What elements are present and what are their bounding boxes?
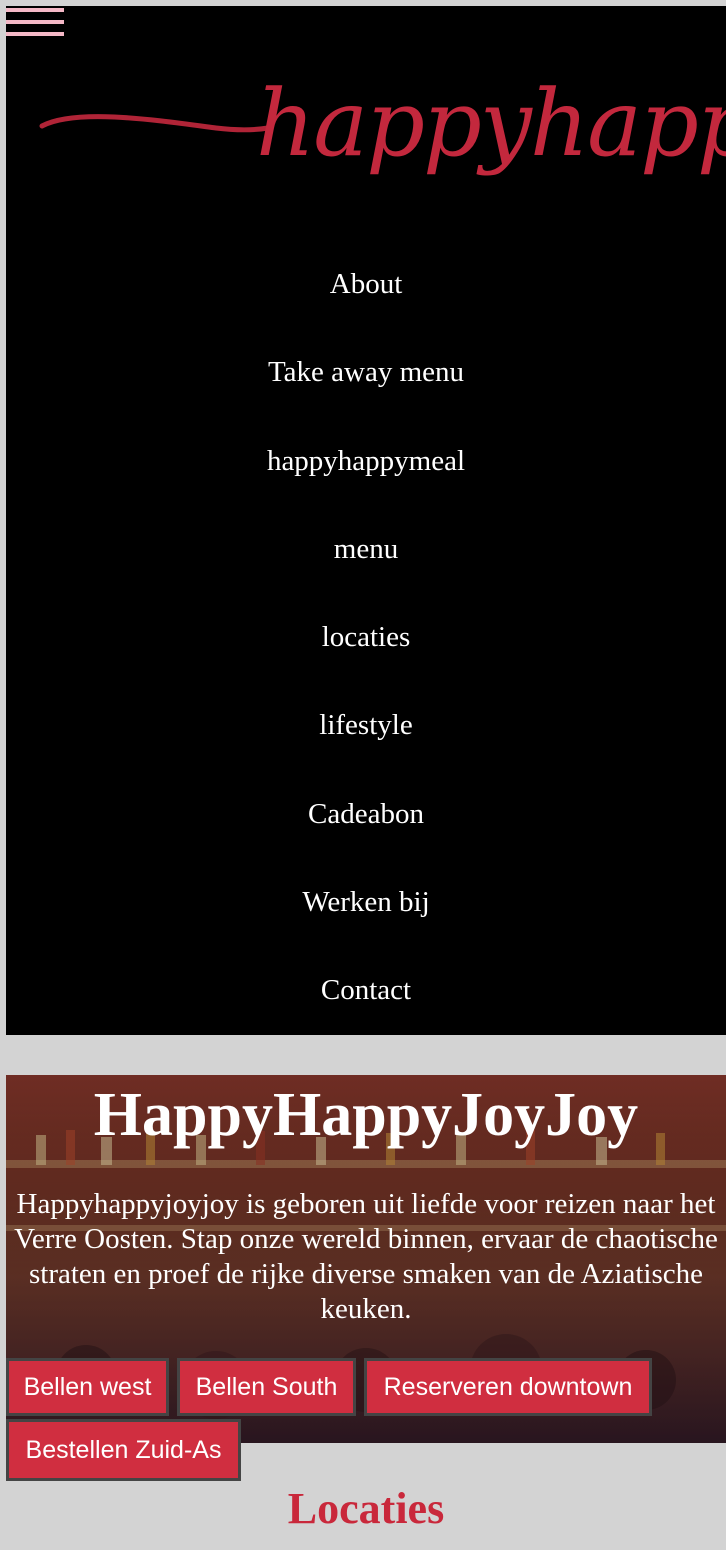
nav-item-take-away-menu[interactable]: Take away menu bbox=[268, 328, 464, 416]
hero-title: HappyHappyJoyJoy bbox=[93, 1081, 639, 1149]
nav-item-cadeabon[interactable]: Cadeabon bbox=[308, 770, 424, 858]
hero-description: Happyhappyjoyjoy is geboren uit liefde v… bbox=[14, 1188, 718, 1325]
nav-item-contact[interactable]: Contact bbox=[321, 946, 411, 1034]
reserveren-downtown-button[interactable]: Reserveren downtown bbox=[364, 1358, 652, 1416]
logo[interactable]: happyhappyjoyjoy bbox=[36, 60, 726, 190]
nav-item-about[interactable]: About bbox=[330, 240, 403, 328]
bellen-south-button[interactable]: Bellen South bbox=[177, 1358, 356, 1416]
logo-script-image: happyhappyjoyjoy bbox=[39, 70, 726, 177]
logo-text: happyhappyjoyjoy bbox=[256, 70, 726, 177]
bestellen-zuid-as-button[interactable]: Bestellen Zuid-As bbox=[6, 1419, 241, 1481]
nav-menu: About Take away menu happyhappymeal menu… bbox=[6, 240, 726, 1035]
nav-item-lifestyle[interactable]: lifestyle bbox=[319, 681, 412, 769]
bellen-west-button[interactable]: Bellen west bbox=[6, 1358, 169, 1416]
nav-item-happyhappymeal[interactable]: happyhappymeal bbox=[267, 417, 465, 505]
nav-item-werken-bij[interactable]: Werken bij bbox=[302, 858, 429, 946]
locaties-heading: Locaties bbox=[287, 1484, 445, 1533]
nav-item-menu[interactable]: menu bbox=[334, 505, 398, 593]
hamburger-menu-icon[interactable] bbox=[6, 6, 64, 38]
nav-item-locaties[interactable]: locaties bbox=[322, 593, 411, 681]
page: happyhappyjoyjoy About Take away menu ha… bbox=[0, 0, 726, 1550]
